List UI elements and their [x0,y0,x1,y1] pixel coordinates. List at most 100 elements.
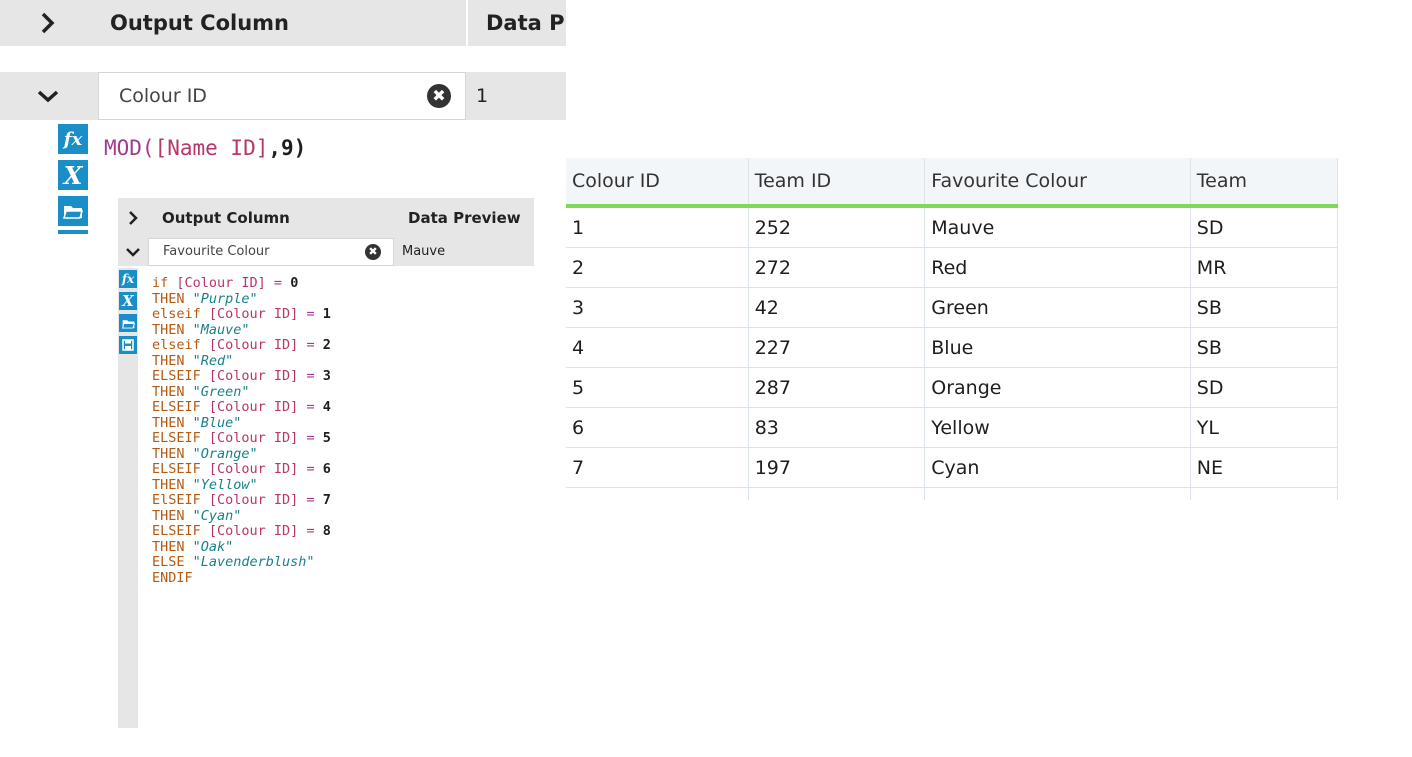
expression-line: THEN "Cyan" [152,508,241,524]
table-cell: 296 [748,487,926,500]
chevron-down-icon[interactable] [0,72,96,120]
results-grid: Colour ID Team ID Favourite Colour Team 1 25… [566,158,1338,500]
formula-row[interactable]: Favourite Colour ✖ Mauve [118,238,534,266]
fx-icon[interactable]: fx [119,270,137,288]
expression-line: elseif [Colour ID] = 1 [152,306,331,322]
formula-header: Output Column Data Preview [0,0,566,46]
expression-token: ENDIF [152,569,193,586]
expression-token: ELSE [152,554,193,570]
expression-token: [Colour ID] [176,275,266,291]
output-column-value: Favourite Colour [163,244,270,259]
expr-field: [Name ID] [154,136,269,160]
clear-field-icon[interactable]: ✖ [427,84,451,108]
chevron-right-icon[interactable] [118,198,148,238]
data-preview-heading: Data Preview [486,11,566,35]
formula-row[interactable]: Colour ID ✖ 1 [0,72,566,120]
expression-token: 4 [322,399,331,415]
formula-toolbar: fx X [58,124,88,262]
expression-token: THEN [152,321,193,338]
expression-token: THEN [152,476,193,493]
expression-token: "Green" [192,383,250,400]
expression-line: THEN "Yellow" [152,477,258,493]
table-row[interactable]: 3 42 Green SB [566,287,1338,328]
table-row[interactable]: 6 83 Yellow YL [566,407,1338,448]
expression-token: 0 [290,275,299,291]
expression-token: 3 [322,368,331,384]
table-row[interactable]: 2 272 Red MR [566,247,1338,288]
chevron-right-icon[interactable] [0,0,96,46]
expression-token: [Colour ID] [208,461,299,477]
table-cell: 287 [748,367,926,408]
table-row[interactable]: 4 227 Blue SB [566,327,1338,368]
column-header[interactable]: Team [1190,158,1338,208]
expression-token: THEN [152,445,193,462]
formula-expression-editor[interactable]: if [Colour ID] = 0 THEN "Purple" elseif … [152,275,331,586]
expression-line: THEN "Blue" [152,415,241,431]
grid-header-row: Colour ID Team ID Favourite Colour Team [566,158,1338,208]
expression-line: THEN "Mauve" [152,322,250,338]
column-header[interactable]: Colour ID [566,158,749,208]
expression-line: ELSEIF [Colour ID] = 8 [152,523,331,539]
expression-token: 2 [322,337,331,353]
expression-line: ELSEIF [Colour ID] = 5 [152,430,331,446]
table-cell: 8 [566,487,749,500]
expression-token: THEN [152,290,193,307]
expression-token: = [298,461,323,477]
table-cell: 83 [748,407,926,448]
data-preview-value: 1 [476,85,489,107]
output-column-heading: Output Column [162,209,290,227]
expression-token: [Colour ID] [208,399,299,415]
clear-field-icon[interactable]: ✖ [365,244,381,260]
column-header[interactable]: Favourite Colour [924,158,1191,208]
table-cell: OB [1190,487,1338,500]
table-row[interactable]: 7 197 Cyan NE [566,447,1338,488]
variable-x-icon[interactable]: X [119,292,137,310]
expression-token: elseif [152,306,209,322]
output-column-field[interactable]: Favourite Colour ✖ [148,238,394,266]
expression-token: = [298,368,323,384]
save-icon[interactable] [119,336,137,354]
expression-token: ELSEIF [152,523,209,539]
expression-line: THEN "Oak" [152,539,233,555]
folder-open-icon[interactable] [119,314,137,332]
table-cell: Red [924,247,1191,288]
expression-token: [Colour ID] [208,430,299,446]
table-cell: Cyan [924,447,1191,488]
folder-open-icon[interactable] [58,196,88,226]
formula-panel-favourite-colour: Output Column Data Preview Favourite Col… [118,198,534,728]
column-divider[interactable] [466,0,468,46]
expression-token: "Mauve" [192,321,250,338]
table-row[interactable]: 1 252 Mauve SD [566,206,1338,248]
formula-expression-editor[interactable]: MOD([Name ID],9) [104,136,306,160]
column-header[interactable]: Team ID [748,158,926,208]
table-row[interactable]: 5 287 Orange SD [566,367,1338,408]
table-cell: Mauve [924,206,1191,248]
variable-x-icon[interactable]: X [58,160,88,190]
expression-token: ElSEIF [152,492,209,508]
table-row[interactable]: 8296OakOB [566,487,1338,500]
expression-token: "Yellow" [192,476,258,493]
expression-token: ELSEIF [152,368,209,384]
output-column-field[interactable]: Colour ID ✖ [98,72,466,120]
formula-toolbar: fx X [118,268,138,728]
expression-token: if [152,275,177,291]
table-cell: 6 [566,407,749,448]
chevron-down-icon[interactable] [118,238,148,266]
expression-token: = [298,337,323,353]
expression-token: elseif [152,337,209,353]
fx-icon[interactable]: fx [58,124,88,154]
expression-token: = [265,275,291,291]
table-cell: Green [924,287,1191,328]
output-column-value: Colour ID [119,85,207,107]
expression-token: 1 [322,306,331,322]
expression-token: THEN [152,383,193,400]
expression-token: "Oak" [192,538,234,555]
expression-token: THEN [152,538,193,555]
expression-token: [Colour ID] [208,523,299,539]
expression-token: [Colour ID] [208,337,299,353]
table-cell: Orange [924,367,1191,408]
expression-token: 5 [322,430,331,446]
expression-line: ENDIF [152,570,193,586]
expression-line: if [Colour ID] = 0 [152,275,298,291]
expr-function: MOD( [104,136,155,160]
